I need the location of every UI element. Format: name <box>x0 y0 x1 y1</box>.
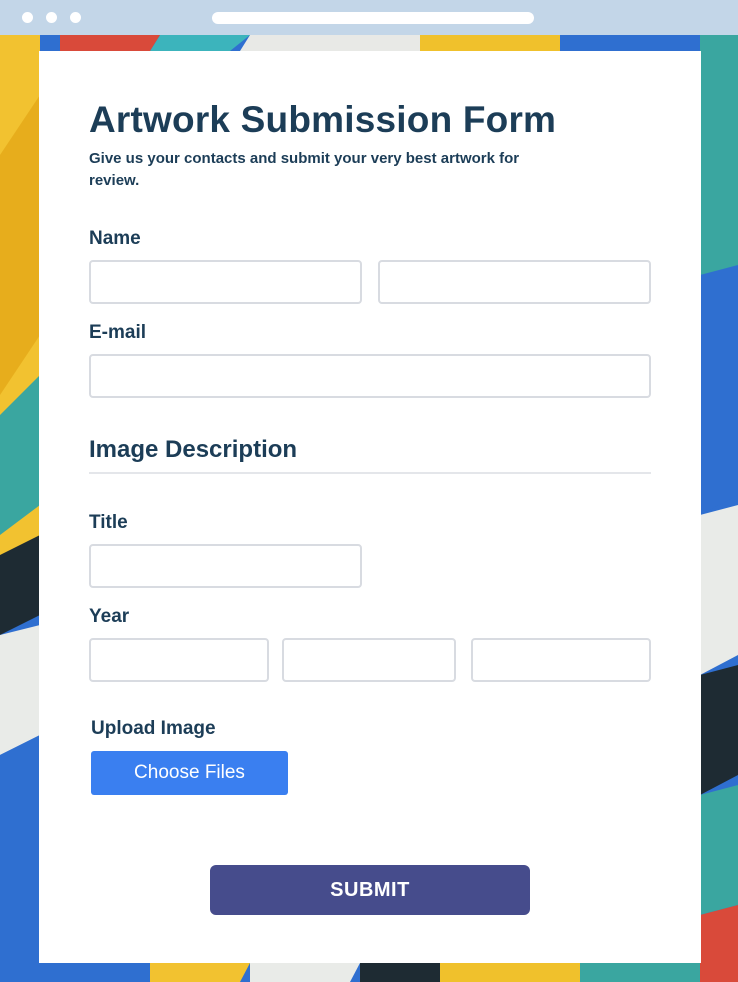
year-input-1[interactable] <box>89 638 269 682</box>
title-label: Title <box>89 512 128 533</box>
form-card: Artwork Submission Form Give us your con… <box>39 51 701 963</box>
email-input[interactable] <box>89 354 651 398</box>
last-name-input[interactable] <box>378 260 651 304</box>
window-control-dot[interactable] <box>22 12 33 23</box>
first-name-input[interactable] <box>89 260 362 304</box>
form-subtitle: Give us your contacts and submit your ve… <box>89 150 520 189</box>
year-input-3[interactable] <box>471 638 651 682</box>
form-title: Artwork Submission Form <box>89 99 557 140</box>
name-label: Name <box>89 228 141 249</box>
year-label: Year <box>89 606 130 627</box>
window-control-dot[interactable] <box>70 12 81 23</box>
browser-title-bar <box>0 0 738 35</box>
address-bar[interactable] <box>212 12 534 24</box>
upload-image-label: Upload Image <box>91 718 216 739</box>
email-label: E-mail <box>89 322 147 343</box>
year-input-2[interactable] <box>282 638 456 682</box>
image-description-heading: Image Description <box>89 436 298 463</box>
choose-files-button[interactable]: Choose Files <box>91 751 288 795</box>
submit-button[interactable]: SUBMIT <box>210 865 530 915</box>
window-control-dot[interactable] <box>46 12 57 23</box>
artwork-title-input[interactable] <box>89 544 362 588</box>
section-divider <box>89 472 651 474</box>
